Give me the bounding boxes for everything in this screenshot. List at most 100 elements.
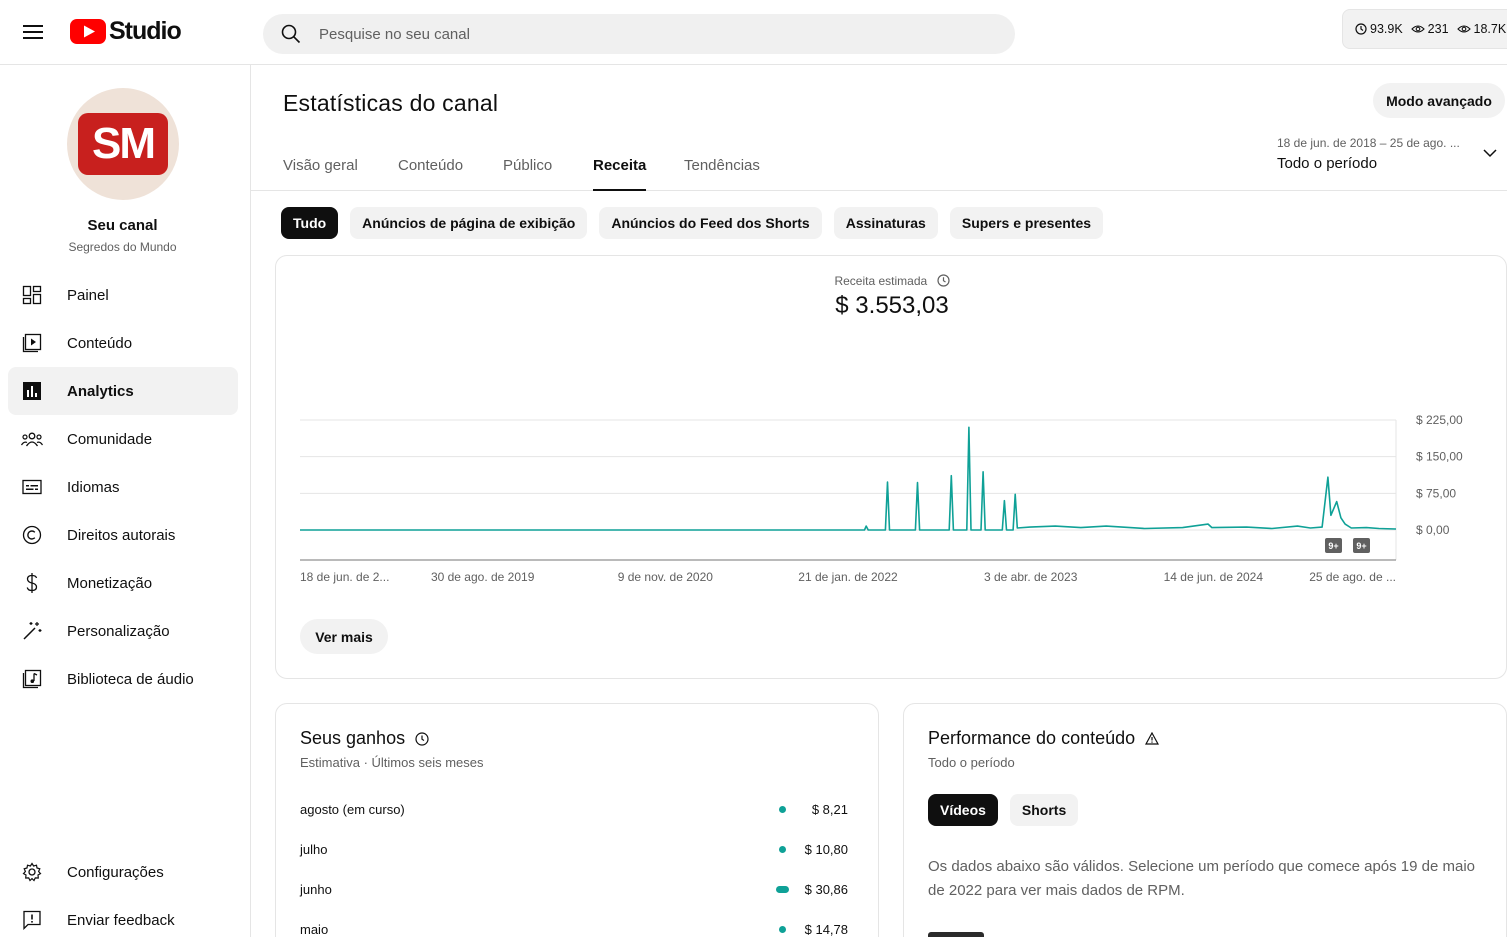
sidebar-item-label: Direitos autorais [67,526,176,544]
sidebar-item-label: Conteúdo [67,334,133,352]
sidebar-item-label: Painel [67,286,109,304]
y-tick-label: $ 150,00 [1416,450,1463,464]
x-tick-label: 14 de jun. de 2024 [1164,570,1264,584]
content-performance-card: Performance do conteúdo Todo o período V… [903,703,1507,937]
content-icon [8,333,56,353]
channel-name: Seu canal [87,217,158,234]
chip-videos[interactable]: Vídeos [928,794,998,826]
dashboard-icon [8,285,56,305]
menu-icon[interactable] [14,13,52,51]
date-range-dates: 18 de jun. de 2018 – 25 de ago. ... [1277,136,1460,150]
feedback-icon [8,910,56,930]
sidebar-item-label: Biblioteca de áudio [67,670,194,688]
sidebar-item-label: Enviar feedback [67,911,175,929]
sidebar-item-biblioteca-de-audio[interactable]: Biblioteca de áudio [8,655,238,703]
earnings-month: julho [300,842,328,857]
stat-value: 93.9K [1370,22,1403,36]
performance-subtitle: Todo o período [928,755,1015,770]
sidebar-item-configuracoes[interactable]: Configurações [8,848,238,896]
sidebar-item-enviar-feedback[interactable]: Enviar feedback [8,896,238,937]
chip-tudo[interactable]: Tudo [281,207,339,239]
earnings-row: junho $ 30,86 [300,882,848,902]
earnings-value: $ 10,80 [804,842,848,857]
sidebar-item-painel[interactable]: Painel [8,271,238,319]
event-marker-label: 9+ [1356,541,1366,551]
sidebar-item-label: Personalização [67,622,170,640]
sidebar-item-idiomas[interactable]: Idiomas [8,463,238,511]
sidebar-item-conteudo[interactable]: Conteúdo [8,319,238,367]
earnings-value: $ 14,78 [804,922,848,937]
tab-tendencias[interactable]: Tendências [684,157,760,191]
logo-text: Studio [109,16,182,45]
performance-title: Performance do conteúdo [928,728,1160,749]
views-stat: 231 [1410,22,1449,36]
earnings-value: $ 8,21 [811,802,848,817]
warning-icon[interactable] [1145,732,1160,745]
tab-publico[interactable]: Público [503,157,552,191]
revenue-source-chips: Tudo Anúncios de página de exibição Anún… [281,207,1104,239]
chip-shorts[interactable]: Shorts [1009,794,1079,826]
chevron-down-icon[interactable] [1482,145,1498,161]
sidebar-item-label: Comunidade [67,430,153,448]
see-more-button[interactable]: Ver mais [300,619,388,654]
sidebar-item-analytics[interactable]: Analytics [8,367,238,415]
earnings-value: $ 30,86 [804,882,848,897]
earnings-row: julho $ 10,80 [300,842,848,862]
stat-value: 231 [1427,22,1449,36]
copyright-icon [8,525,56,545]
sidebar-item-monetizacao[interactable]: Monetização [8,559,238,607]
stat-value: 18.7K [1473,22,1507,36]
chip-supers[interactable]: Supers e presentes [949,207,1104,239]
sidebar-item-comunidade[interactable]: Comunidade [8,415,238,463]
revenue-line-chart[interactable]: $ 225,00 $ 150,00 $ 75,00 $ 0,00 18 de jun. … [276,256,1506,678]
performance-note: Os dados abaixo são válidos. Selecione u… [928,858,1476,899]
avatar-logo: SM [78,113,168,175]
revenue-series-line [300,426,1397,531]
clock-icon [1355,23,1367,35]
sidebar: SM Seu canal Segredos do Mundo Painel Co… [0,65,251,937]
chip-watch-page-ads[interactable]: Anúncios de página de exibição [350,207,588,239]
revenue-chart-card: Receita estimada $ 3.553,03 $ 225,00 $ 15… [275,255,1507,679]
gear-icon [8,862,56,882]
audio-library-icon [8,669,56,689]
chip-memberships[interactable]: Assinaturas [833,207,938,239]
earnings-bar [779,926,786,933]
tab-receita[interactable]: Receita [593,157,647,191]
event-marker-label: 9+ [1328,541,1338,551]
earnings-month: junho [300,882,332,897]
search-bar[interactable] [263,14,1015,54]
earnings-subtitle: Estimativa · Últimos seis meses [300,755,484,770]
search-icon[interactable] [263,24,319,44]
y-tick-label: $ 0,00 [1416,523,1450,537]
earnings-bar [776,886,789,893]
earnings-row: agosto (em curso) $ 8,21 [300,802,848,822]
date-range-label: Todo o período [1277,155,1378,172]
tab-conteudo[interactable]: Conteúdo [398,157,463,191]
earnings-title: Seus ganhos [300,728,429,749]
realtime-stats[interactable]: 93.9K 231 18.7K [1342,9,1507,49]
performance-title-text: Performance do conteúdo [928,728,1136,748]
x-tick-label: 3 de abr. de 2023 [984,570,1078,584]
earnings-card: Seus ganhos Estimativa · Últimos seis me… [275,703,879,937]
x-tick-label: 9 de nov. de 2020 [618,570,714,584]
sidebar-item-direitos-autorais[interactable]: Direitos autorais [8,511,238,559]
sidebar-item-personalizacao[interactable]: Personalização [8,607,238,655]
magic-wand-icon [8,621,56,641]
search-input[interactable] [319,25,919,43]
clock-icon [415,731,429,746]
chip-shorts-feed-ads[interactable]: Anúncios do Feed dos Shorts [599,207,822,239]
channel-handle: Segredos do Mundo [68,240,177,254]
channel-avatar[interactable]: SM [67,88,179,200]
studio-logo[interactable]: Studio [70,16,182,46]
x-tick-label: 21 de jan. de 2022 [798,570,898,584]
x-tick-label: 30 de ago. de 2019 [431,570,535,584]
advanced-mode-button[interactable]: Modo avançado [1373,83,1505,118]
tab-visao-geral[interactable]: Visão geral [283,157,358,191]
analytics-icon [8,381,56,401]
youtube-play-icon [70,18,106,44]
top-header: Studio 93.9K 231 18.7K [0,0,1507,65]
y-tick-label: $ 225,00 [1416,413,1463,427]
date-range-picker[interactable]: 18 de jun. de 2018 – 25 de ago. ... Todo… [1277,136,1502,172]
sidebar-item-label: Analytics [67,382,134,400]
video-thumbnail[interactable] [928,932,984,937]
